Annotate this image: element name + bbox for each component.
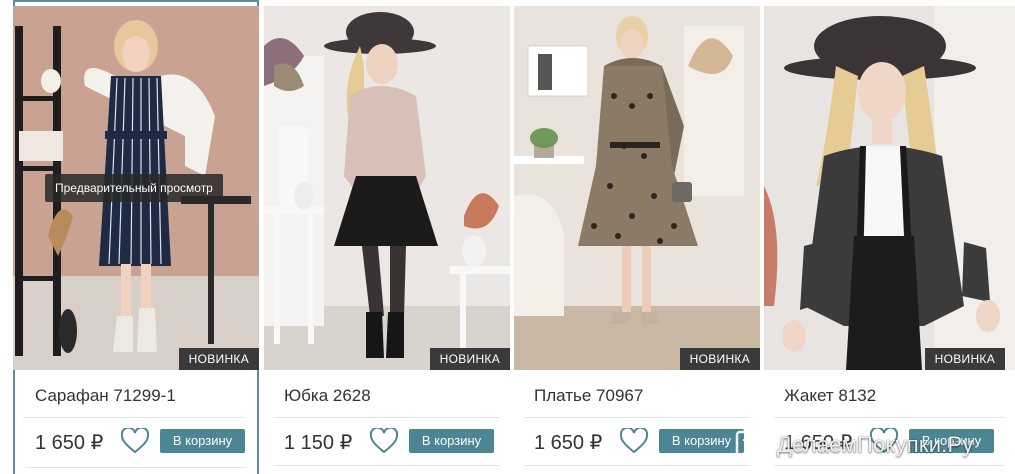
divider xyxy=(774,417,1005,418)
add-to-cart-button[interactable]: В корзину xyxy=(659,429,744,453)
product-photo[interactable]: НОВИНКА xyxy=(764,6,1015,370)
quick-view-tooltip[interactable]: Предварительный просмотр xyxy=(45,174,223,202)
divider xyxy=(524,465,750,466)
new-badge: НОВИНКА xyxy=(429,348,510,370)
product-photo[interactable]: НОВИНКА xyxy=(514,6,760,370)
product-card[interactable]: НОВИНКА Платье 70967 1 650 ₽ В корзину xyxy=(514,0,760,474)
new-badge: НОВИНКА xyxy=(924,348,1005,370)
site-watermark: ДелаемПокупки.Ру xyxy=(735,428,974,462)
product-price: 1 150 ₽ xyxy=(284,432,353,454)
product-title[interactable]: Жакет 8132 xyxy=(784,386,876,406)
add-to-cart-button[interactable]: В корзину xyxy=(409,429,494,453)
heart-icon[interactable] xyxy=(370,428,398,454)
new-badge: НОВИНКА xyxy=(679,348,760,370)
divider xyxy=(774,465,1005,466)
product-title[interactable]: Платье 70967 xyxy=(534,386,643,406)
divider xyxy=(274,417,500,418)
watermark-text: ДелаемПокупки.Ру xyxy=(777,432,974,457)
divider xyxy=(524,417,750,418)
add-to-cart-button[interactable]: В корзину xyxy=(160,429,245,453)
product-card[interactable]: Предварительный просмотр НОВИНКА Сарафан… xyxy=(13,0,259,474)
divider xyxy=(25,467,247,468)
product-title[interactable]: Юбка 2628 xyxy=(284,386,371,406)
product-price: 1 650 ₽ xyxy=(534,432,603,454)
cart-logo-icon xyxy=(735,430,769,460)
product-image xyxy=(764,6,1015,370)
product-photo[interactable]: НОВИНКА xyxy=(264,6,510,370)
new-badge: НОВИНКА xyxy=(178,348,259,370)
product-title[interactable]: Сарафан 71299-1 xyxy=(35,386,176,406)
product-photo[interactable]: Предварительный просмотр НОВИНКА xyxy=(13,6,259,370)
product-card[interactable]: НОВИНКА Юбка 2628 1 150 ₽ В корзину xyxy=(264,0,510,474)
divider xyxy=(274,465,500,466)
divider xyxy=(23,417,245,418)
product-image xyxy=(264,6,510,370)
product-price: 1 650 ₽ xyxy=(35,432,104,454)
product-card[interactable]: НОВИНКА Жакет 8132 1 650 ₽ В корзину xyxy=(764,0,1015,474)
heart-icon[interactable] xyxy=(121,428,149,454)
product-image xyxy=(514,6,760,370)
heart-icon[interactable] xyxy=(620,428,648,454)
